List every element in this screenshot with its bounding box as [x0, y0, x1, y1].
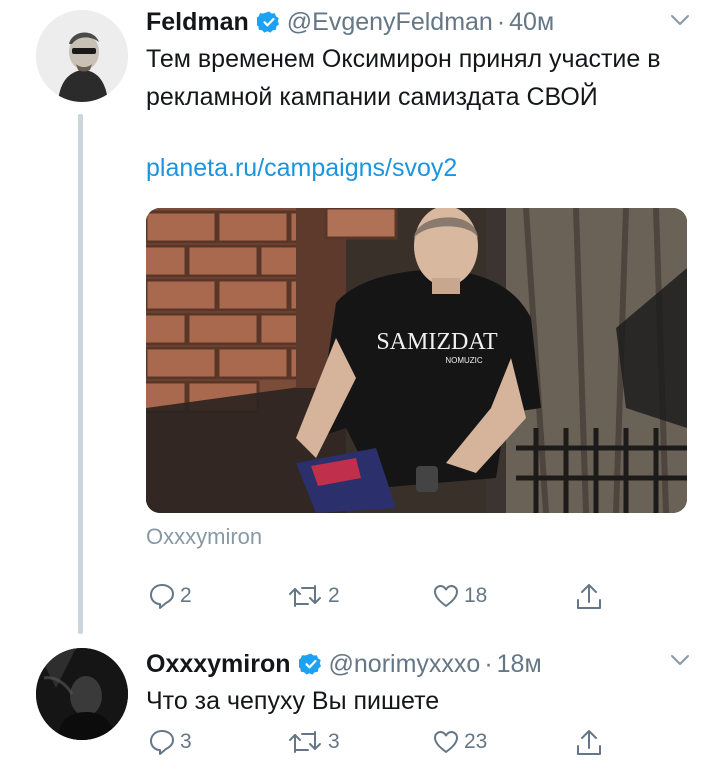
tweet-actions: 2 2 18	[146, 582, 681, 622]
tweet-text: Тем временем Оксимирон принял участие в …	[146, 45, 661, 111]
reply-button[interactable]: 2	[148, 582, 192, 610]
share-button[interactable]	[574, 582, 604, 612]
author-name[interactable]: Feldman	[146, 8, 249, 37]
chevron-down-icon[interactable]	[669, 652, 691, 668]
timestamp[interactable]: 40м	[509, 8, 554, 37]
tweet-header: Feldman @EvgenyFeldman · 40м	[146, 4, 671, 40]
author-handle[interactable]: @norimyxxxo	[329, 650, 481, 679]
photo-image: SAMIZDAT NOMUZIC	[146, 208, 687, 513]
author-name[interactable]: Oxxxymiron	[146, 650, 291, 679]
like-icon	[434, 585, 458, 607]
retweet-button[interactable]: 3	[286, 728, 340, 756]
tweet-text: Что за чепуху Вы пишете	[146, 687, 440, 715]
retweet-icon	[289, 585, 321, 607]
reply-icon	[150, 730, 174, 755]
reply-icon	[150, 584, 174, 609]
like-button[interactable]: 23	[432, 728, 487, 756]
verified-icon	[256, 11, 279, 33]
tweet-link[interactable]: planeta.ru/campaigns/svoy2	[146, 154, 457, 183]
retweet-icon	[289, 731, 321, 753]
shirt-print: SAMIZDAT	[376, 329, 498, 355]
reply-button[interactable]: 3	[148, 728, 192, 756]
verified-icon	[298, 653, 321, 675]
tweet-photo[interactable]: SAMIZDAT NOMUZIC	[146, 208, 687, 513]
reply-count: 2	[180, 584, 192, 607]
timestamp[interactable]: 18м	[497, 650, 542, 679]
like-icon	[434, 731, 458, 753]
tweet-oxxxymiron[interactable]: Oxxxymiron @norimyxxxo · 18м Что за чепу…	[0, 640, 711, 769]
media-credit[interactable]: Oxxxymiron	[146, 524, 262, 550]
share-button[interactable]	[574, 728, 604, 758]
retweet-count: 2	[328, 584, 340, 607]
separator-dot: ·	[496, 7, 506, 36]
like-button[interactable]: 18	[432, 582, 487, 610]
shirt-print-sub: NOMUZIC	[445, 356, 483, 365]
retweet-button[interactable]: 2	[286, 582, 340, 610]
avatar[interactable]	[36, 10, 128, 102]
thread-line	[78, 114, 83, 634]
like-count: 23	[464, 730, 488, 753]
tweet-header: Oxxxymiron @norimyxxxo · 18м	[146, 646, 671, 682]
separator-dot: ·	[484, 649, 493, 678]
author-handle[interactable]: @EvgenyFeldman	[287, 8, 493, 37]
share-icon	[577, 730, 601, 755]
share-icon	[577, 584, 601, 609]
tweet-feldman[interactable]: Feldman @EvgenyFeldman · 40м Тем времене…	[0, 0, 711, 640]
avatar[interactable]	[36, 648, 128, 740]
avatar-image	[36, 648, 128, 740]
avatar-image	[36, 10, 128, 102]
reply-count: 3	[180, 730, 192, 753]
like-count: 18	[464, 584, 488, 607]
tweet-actions: 3 3 23	[146, 728, 681, 768]
retweet-count: 3	[328, 730, 340, 753]
chevron-down-icon[interactable]	[669, 12, 691, 28]
